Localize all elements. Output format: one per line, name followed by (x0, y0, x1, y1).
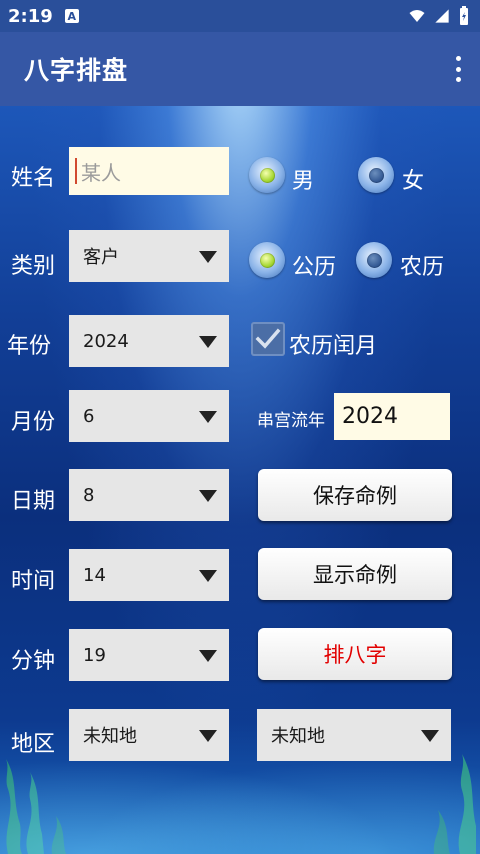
name-placeholder: 某人 (81, 160, 121, 185)
category-label: 类别 (11, 254, 56, 279)
region-label: 地区 (11, 732, 56, 757)
day-dropdown[interactable]: 8 (69, 469, 229, 521)
signal-icon (435, 9, 449, 23)
month-value: 6 (83, 405, 95, 427)
minute-dropdown[interactable]: 19 (69, 629, 229, 681)
dropdown-arrow-icon (199, 650, 217, 662)
radio-solar[interactable] (249, 242, 285, 278)
name-label: 姓名 (11, 166, 56, 191)
region-value-2: 未知地 (271, 726, 325, 747)
female-label: 女 (402, 169, 425, 194)
hour-value: 14 (83, 564, 106, 586)
region-value-1: 未知地 (83, 726, 137, 747)
status-icons (408, 6, 470, 26)
save-case-button[interactable]: 保存命例 (258, 469, 452, 521)
radio-male[interactable] (249, 157, 285, 193)
hour-label: 时间 (11, 569, 56, 594)
palace-year-value: 2024 (342, 404, 398, 429)
status-time: 2:19 (8, 5, 53, 27)
hour-dropdown[interactable]: 14 (69, 549, 229, 601)
dropdown-arrow-icon (199, 336, 217, 348)
year-label: 年份 (7, 334, 52, 359)
notification-icon: A (64, 9, 79, 23)
dropdown-arrow-icon (421, 730, 439, 742)
solar-label: 公历 (292, 255, 337, 280)
region-dropdown-2[interactable]: 未知地 (257, 709, 451, 761)
text-caret (75, 158, 77, 184)
category-dropdown[interactable]: 客户 (69, 230, 229, 282)
leap-month-label: 农历闰月 (289, 334, 378, 359)
month-dropdown[interactable]: 6 (69, 390, 229, 442)
leap-month-checkbox[interactable] (251, 322, 285, 356)
category-value: 客户 (83, 247, 119, 268)
minute-label: 分钟 (11, 649, 56, 674)
dropdown-arrow-icon (199, 730, 217, 742)
lunar-label: 农历 (400, 255, 445, 280)
dropdown-arrow-icon (199, 251, 217, 263)
battery-icon (460, 6, 468, 25)
dropdown-arrow-icon (199, 570, 217, 582)
minute-value: 19 (83, 644, 106, 666)
show-case-button[interactable]: 显示命例 (258, 548, 452, 600)
dropdown-arrow-icon (199, 490, 217, 502)
app-bar: 八字排盘 (0, 32, 480, 106)
name-input[interactable]: 某人 (69, 147, 229, 195)
day-label: 日期 (11, 489, 56, 514)
paipan-button[interactable]: 排八字 (258, 628, 452, 680)
month-label: 月份 (11, 410, 56, 435)
region-dropdown-1[interactable]: 未知地 (69, 709, 229, 761)
radio-female[interactable] (358, 157, 394, 193)
year-value: 2024 (83, 330, 129, 352)
dropdown-arrow-icon (199, 411, 217, 423)
palace-year-label: 串宫流年 (257, 411, 325, 431)
main-content: 姓名 某人 男 女 类别 客户 公历 农历 年份 2024 农历闰月 月份 6 … (0, 106, 480, 854)
seaweed-left-decoration (6, 759, 66, 854)
wifi-icon (409, 10, 425, 22)
overflow-menu-icon[interactable] (454, 56, 462, 82)
radio-lunar[interactable] (356, 242, 392, 278)
checkmark-icon (255, 328, 281, 349)
status-bar: 2:19 A (0, 0, 480, 32)
app-title: 八字排盘 (24, 56, 129, 85)
year-dropdown[interactable]: 2024 (69, 315, 229, 367)
male-label: 男 (292, 169, 315, 194)
day-value: 8 (83, 484, 95, 506)
palace-year-input[interactable]: 2024 (334, 393, 450, 440)
